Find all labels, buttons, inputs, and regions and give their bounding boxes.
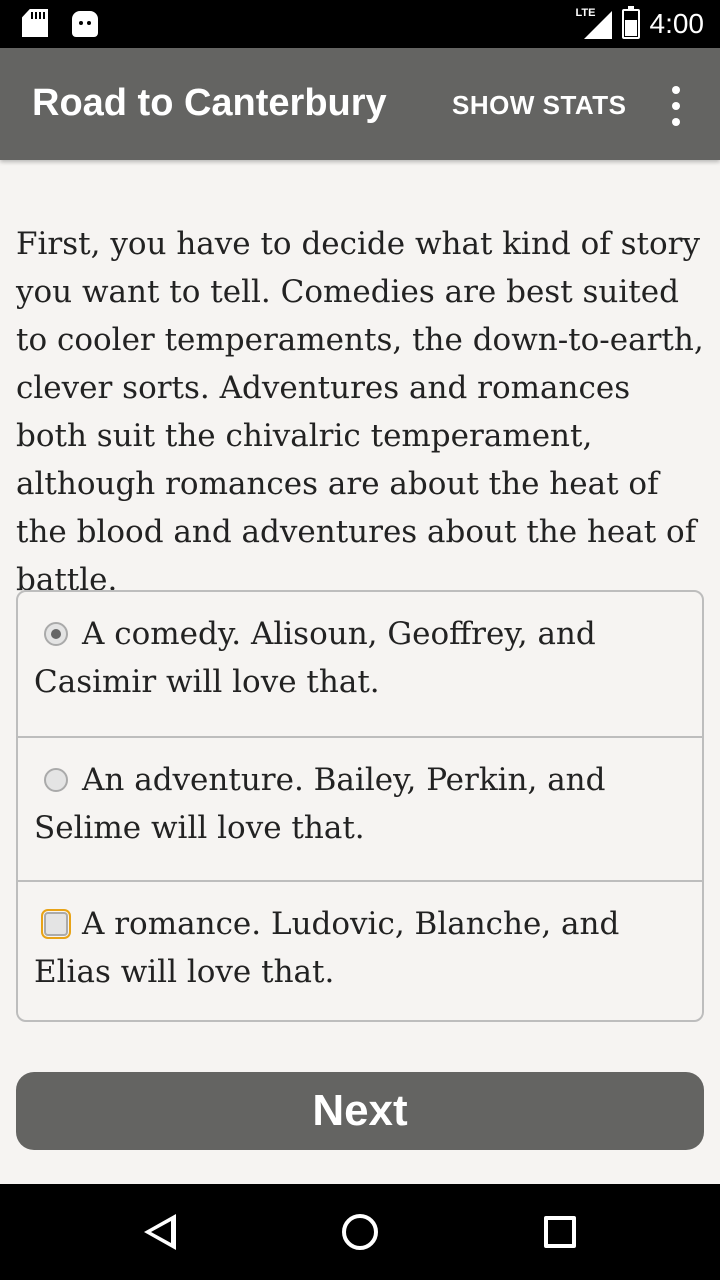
app-title: Road to Canterbury (32, 82, 387, 124)
radio-button-focused[interactable] (41, 909, 71, 939)
sd-card-icon (22, 9, 48, 37)
choice-label: A comedy. Alisoun, Geoffrey, and Casimir… (34, 616, 596, 700)
home-icon[interactable] (342, 1214, 378, 1250)
navigation-bar (0, 1184, 720, 1280)
story-text: First, you have to decide what kind of s… (16, 226, 704, 598)
choice-romance[interactable]: A romance. Ludovic, Blanche, and Elias w… (18, 880, 702, 1024)
recents-icon[interactable] (544, 1216, 576, 1248)
radio-button[interactable] (44, 768, 68, 792)
back-icon[interactable] (144, 1214, 176, 1250)
app-bar: Road to Canterbury SHOW STATS (0, 48, 720, 160)
battery-icon (621, 6, 640, 39)
choice-comedy[interactable]: A comedy. Alisoun, Geoffrey, and Casimir… (18, 592, 702, 736)
choice-adventure[interactable]: An adventure. Bailey, Perkin, and Selime… (18, 736, 702, 880)
radio-button-selected[interactable] (44, 622, 68, 646)
more-vert-icon[interactable] (664, 86, 688, 126)
choice-list: A comedy. Alisoun, Geoffrey, and Casimir… (16, 590, 704, 1022)
status-bar: LTE 4:00 (0, 0, 720, 48)
choice-label: A romance. Ludovic, Blanche, and Elias w… (34, 906, 620, 990)
android-icon (72, 11, 98, 37)
clock: 4:00 (649, 8, 705, 39)
next-button[interactable]: Next (16, 1072, 704, 1150)
choice-label: An adventure. Bailey, Perkin, and Selime… (34, 762, 606, 846)
signal-icon: LTE (576, 7, 612, 39)
show-stats-button[interactable]: SHOW STATS (452, 90, 626, 121)
